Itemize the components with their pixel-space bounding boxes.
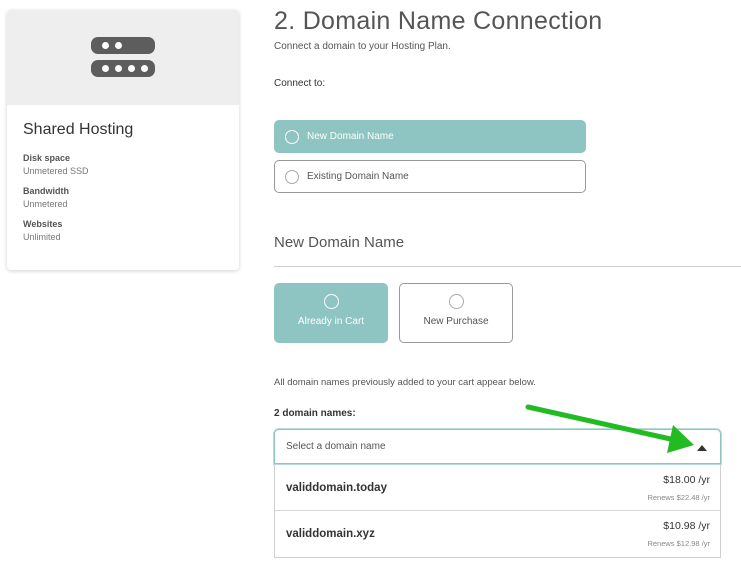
domain-select[interactable]: Select a domain name: [274, 429, 721, 464]
tile-label: Already in Cart: [297, 316, 365, 327]
domain-name: validdomain.xyz: [286, 528, 375, 540]
domain-renewal-price: Renews $22.48 /yr: [647, 493, 710, 502]
spec-label: Bandwidth: [23, 186, 69, 196]
domain-price: $18.00 /yr: [663, 474, 710, 486]
spec-value: Unmetered SSD: [23, 166, 89, 176]
spec-label: Disk space: [23, 153, 71, 163]
domain-option[interactable]: validdomain.xyz $10.98 /yr Renews $12.98…: [275, 511, 720, 557]
radio-empty-icon: [285, 169, 299, 184]
product-image: [7, 10, 239, 105]
domain-name: validdomain.today: [286, 482, 387, 494]
new-purchase-tile[interactable]: New Purchase: [399, 283, 513, 343]
domain-renewal-price: Renews $12.98 /yr: [647, 539, 710, 548]
select-placeholder: Select a domain name: [286, 441, 386, 452]
product-title: Shared Hosting: [23, 121, 134, 138]
already-in-cart-tile[interactable]: Already in Cart: [274, 283, 388, 343]
section-divider: [274, 266, 741, 267]
tile-label: New Purchase: [423, 316, 489, 327]
radio-empty-icon: [448, 294, 464, 309]
section-title: New Domain Name: [274, 234, 405, 251]
domain-connection-step: 2. Domain Name Connection Connect a doma…: [274, 0, 741, 563]
spec-value: Unmetered: [23, 199, 68, 209]
spec-websites: Websites Unlimited: [23, 219, 223, 242]
domain-price: $10.98 /yr: [663, 520, 710, 532]
spec-bandwidth: Bandwidth Unmetered: [23, 186, 223, 209]
domain-dropdown-list: validdomain.today $18.00 /yr Renews $22.…: [274, 465, 721, 558]
step-title: 2. Domain Name Connection: [274, 7, 603, 35]
spec-label: Websites: [23, 219, 63, 229]
existing-domain-name-option[interactable]: Existing Domain Name: [274, 160, 586, 193]
option-label: Existing Domain Name: [307, 171, 409, 182]
product-card: Shared Hosting Disk space Unmetered SSD …: [7, 10, 239, 270]
connect-to-label: Connect to:: [274, 78, 326, 89]
radio-selected-icon: [285, 129, 299, 144]
spec-disk-space: Disk space Unmetered SSD: [23, 153, 223, 176]
option-label: New Domain Name: [307, 131, 394, 142]
caret-up-icon[interactable]: [697, 445, 707, 451]
domain-count-label: 2 domain names:: [274, 408, 356, 419]
cart-info-text: All domain names previously added to you…: [274, 377, 536, 388]
step-subtitle: Connect a domain to your Hosting Plan.: [274, 41, 451, 52]
radio-selected-icon: [323, 294, 339, 309]
new-domain-name-option[interactable]: New Domain Name: [274, 120, 586, 153]
spec-value: Unlimited: [23, 232, 61, 242]
domain-option[interactable]: validdomain.today $18.00 /yr Renews $22.…: [275, 465, 720, 511]
